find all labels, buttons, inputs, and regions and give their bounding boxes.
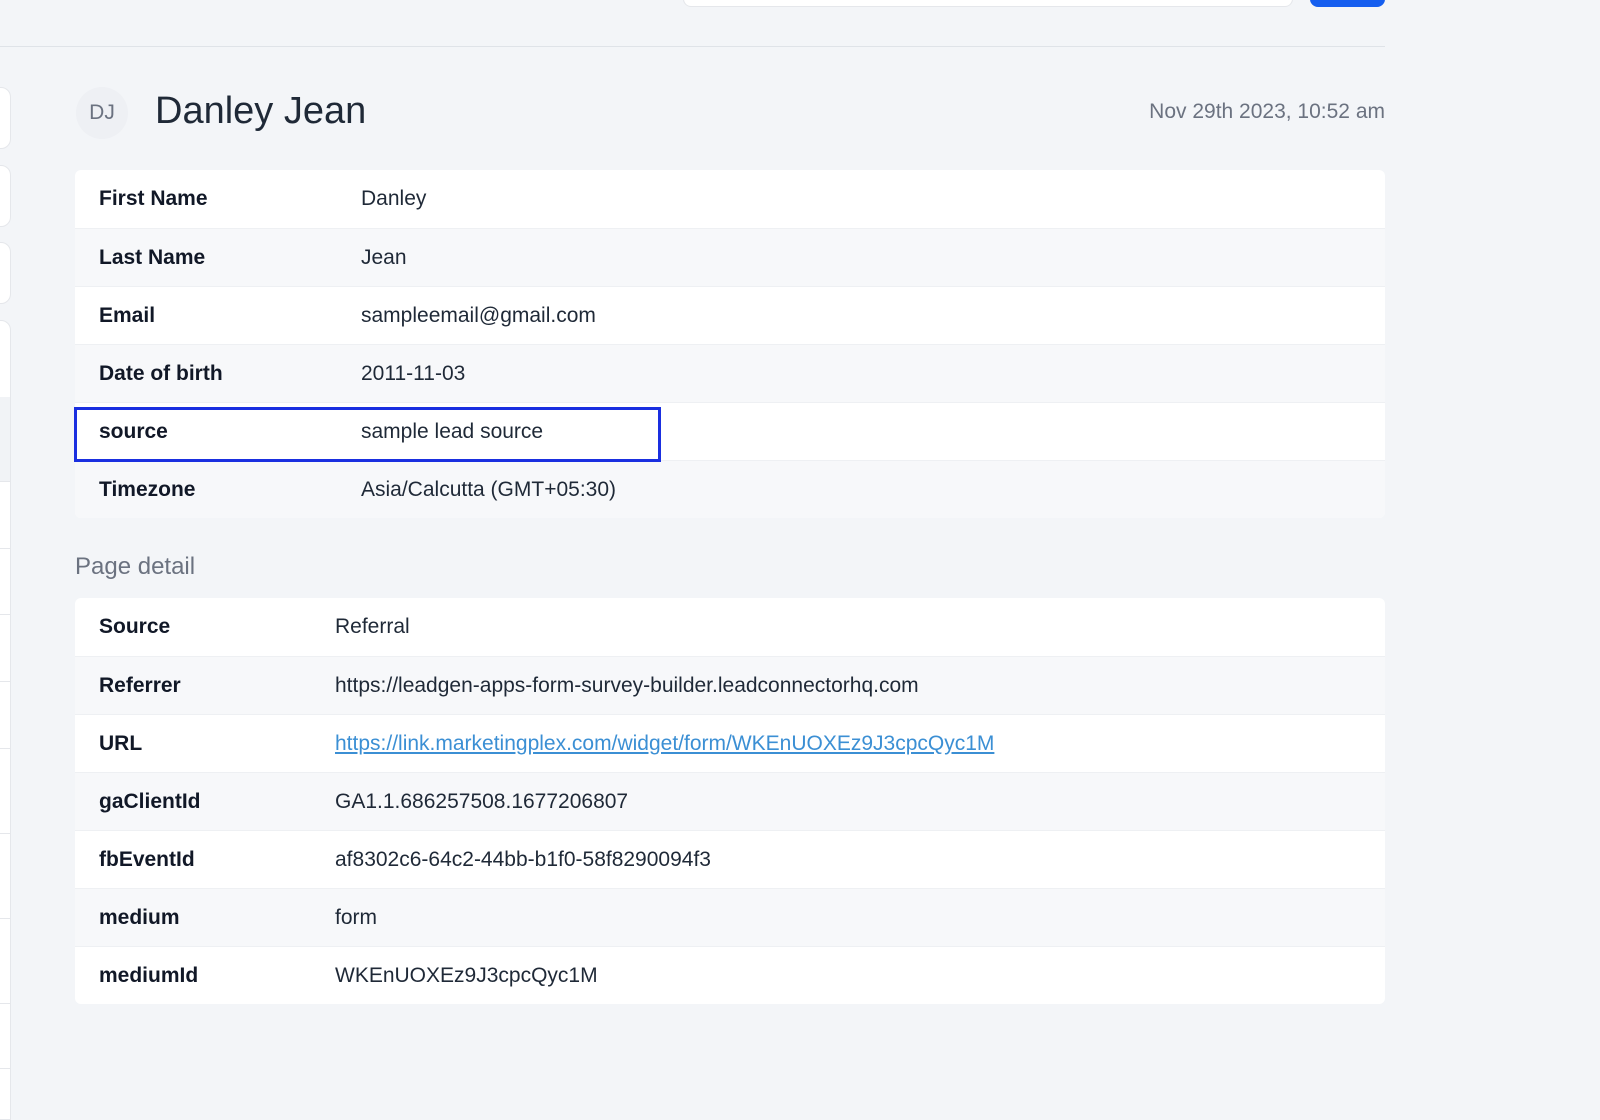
field-label: URL bbox=[99, 731, 143, 755]
field-value: 2011-11-03 bbox=[361, 361, 466, 385]
field-label: gaClientId bbox=[99, 789, 201, 813]
table-row: medium form bbox=[75, 888, 1385, 946]
field-value: sample lead source bbox=[361, 419, 544, 443]
list-divider bbox=[0, 1003, 10, 1004]
table-row: Email sampleemail@gmail.com bbox=[75, 286, 1385, 344]
list-divider bbox=[0, 548, 10, 549]
field-label: Last Name bbox=[99, 245, 206, 269]
table-row: gaClientId GA1.1.686257508.1677206807 bbox=[75, 772, 1385, 830]
field-value: Referral bbox=[335, 615, 410, 638]
field-value: GA1.1.686257508.1677206807 bbox=[335, 789, 629, 813]
table-row: Referrer https://leadgen-apps-form-surve… bbox=[75, 656, 1385, 714]
field-value: af8302c6-64c2-44bb-b1f0-58f8290094f3 bbox=[335, 847, 711, 871]
search-input[interactable] bbox=[683, 0, 1293, 7]
field-label: source bbox=[99, 419, 168, 443]
left-panel-list bbox=[0, 320, 11, 1120]
left-panel-card[interactable] bbox=[0, 87, 11, 149]
avatar: DJ bbox=[76, 87, 128, 139]
field-label: Date of birth bbox=[99, 361, 223, 385]
field-label: Source bbox=[99, 615, 171, 638]
contact-name: Danley Jean bbox=[155, 90, 367, 132]
url-link[interactable]: https://link.marketingplex.com/widget/fo… bbox=[335, 732, 994, 756]
left-panel-card[interactable] bbox=[0, 242, 11, 304]
field-value: WKEnUOXEz9J3cpcQyc1M bbox=[335, 963, 598, 987]
field-label: First Name bbox=[99, 187, 208, 210]
field-value: Danley bbox=[361, 187, 427, 210]
field-value: Jean bbox=[361, 245, 407, 269]
table-row: Last Name Jean bbox=[75, 228, 1385, 286]
table-row: Source Referral bbox=[75, 598, 1385, 656]
list-divider bbox=[0, 748, 10, 749]
field-label: Email bbox=[99, 303, 156, 327]
field-value: https://leadgen-apps-form-survey-builder… bbox=[335, 673, 919, 697]
field-label: mediumId bbox=[99, 963, 199, 987]
table-row: fbEventId af8302c6-64c2-44bb-b1f0-58f829… bbox=[75, 830, 1385, 888]
field-value: Asia/Calcutta (GMT+05:30) bbox=[361, 477, 617, 501]
table-row: Date of birth 2011-11-03 bbox=[75, 344, 1385, 402]
list-divider bbox=[0, 1068, 10, 1069]
table-row: First Name Danley bbox=[75, 170, 1385, 228]
list-divider bbox=[0, 614, 10, 615]
field-label: Timezone bbox=[99, 477, 196, 501]
field-label: medium bbox=[99, 905, 180, 929]
field-label: fbEventId bbox=[99, 847, 195, 871]
table-row: Timezone Asia/Calcutta (GMT+05:30) bbox=[75, 460, 1385, 518]
header-divider bbox=[0, 46, 1385, 47]
field-label: Referrer bbox=[99, 673, 181, 697]
left-panel-card[interactable] bbox=[0, 165, 11, 227]
field-value: sampleemail@gmail.com bbox=[361, 303, 596, 327]
table-row: URL https://link.marketingplex.com/widge… bbox=[75, 714, 1385, 772]
left-panel-selected-item[interactable] bbox=[0, 397, 10, 481]
primary-action-button[interactable] bbox=[1310, 0, 1385, 7]
list-divider bbox=[0, 681, 10, 682]
contact-details-table: First Name Danley Last Name Jean Email s… bbox=[75, 170, 1385, 518]
page-detail-table: Source Referral Referrer https://leadgen… bbox=[75, 598, 1385, 1004]
field-value: form bbox=[335, 905, 377, 929]
submission-timestamp: Nov 29th 2023, 10:52 am bbox=[1149, 100, 1385, 123]
list-divider bbox=[0, 481, 10, 482]
table-row: mediumId WKEnUOXEz9J3cpcQyc1M bbox=[75, 946, 1385, 1004]
list-divider bbox=[0, 833, 10, 834]
list-divider bbox=[0, 918, 10, 919]
page-detail-heading: Page detail bbox=[75, 553, 196, 580]
table-row: source sample lead source bbox=[75, 402, 1385, 460]
